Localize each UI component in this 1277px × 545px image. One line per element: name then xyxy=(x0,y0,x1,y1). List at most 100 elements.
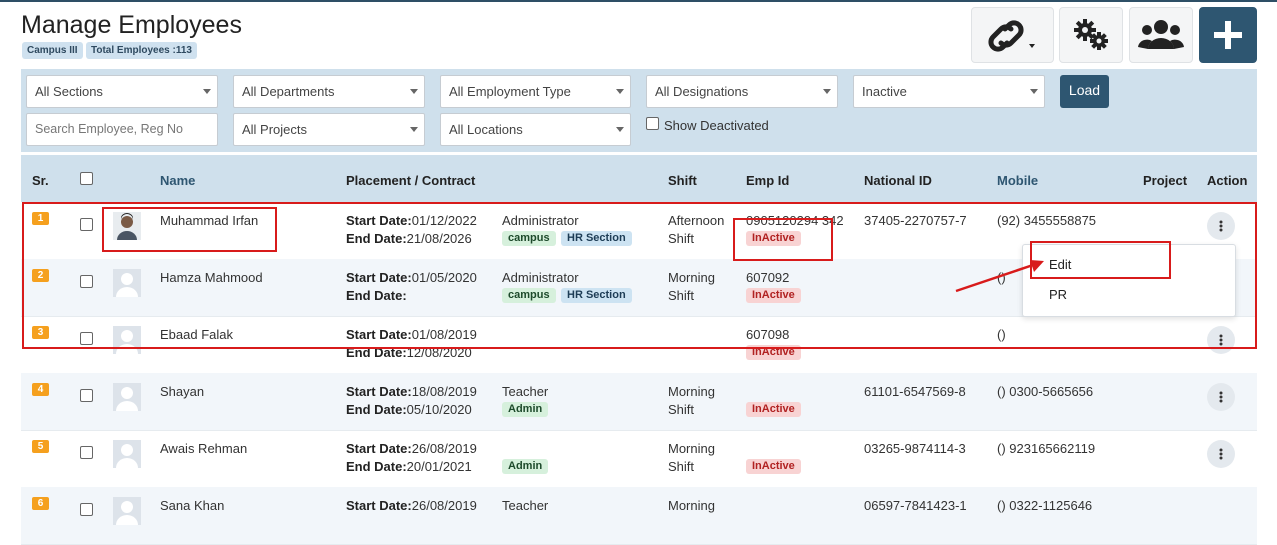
projects-select[interactable]: All Projects xyxy=(233,113,425,146)
employee-name[interactable]: Muhammad Irfan xyxy=(160,213,258,228)
locations-select-value: All Locations xyxy=(449,122,523,137)
end-date: 20/01/2021 xyxy=(406,459,472,474)
employee-photo xyxy=(113,212,141,240)
col-mobile[interactable]: Mobile xyxy=(997,173,1038,188)
end-date-label: End Date: xyxy=(346,402,407,417)
table-row: 5 Awais Rehman Start Date:26/08/2019 End… xyxy=(21,430,1257,488)
national-id: 03265-9874114-3 xyxy=(864,441,966,456)
designation: Administrator xyxy=(502,270,579,285)
shift-line-2: Shift xyxy=(668,288,695,303)
table-row: 4 Shayan Start Date:18/08/2019 End Date:… xyxy=(21,373,1257,431)
start-date: 18/08/2019 xyxy=(411,384,477,399)
col-action: Action xyxy=(1207,173,1248,188)
table-header: Sr. Name Placement / Contract Shift Emp … xyxy=(21,155,1257,202)
sections-select[interactable]: All Sections xyxy=(26,75,218,108)
projects-select-value: All Projects xyxy=(242,122,308,137)
row-checkbox[interactable] xyxy=(80,218,93,231)
settings-button[interactable] xyxy=(1059,7,1123,63)
departments-select[interactable]: All Departments xyxy=(233,75,425,108)
mobile: () 0300-5665656 xyxy=(997,384,1094,399)
emp-id: 607098 xyxy=(746,327,790,342)
total-employees-badge: Total Employees :113 xyxy=(86,42,197,59)
status-badge: InActive xyxy=(746,402,801,417)
employee-name[interactable]: Hamza Mahmood xyxy=(160,270,263,285)
search-input[interactable]: Search Employee, Reg No xyxy=(26,113,218,146)
employee-name[interactable]: Ebaad Falak xyxy=(160,327,233,342)
row-checkbox[interactable] xyxy=(80,275,93,288)
col-national-id: National ID xyxy=(864,173,932,188)
start-date-label: Start Date: xyxy=(346,213,412,228)
start-date-label: Start Date: xyxy=(346,327,412,342)
national-id: 61101-6547569-8 xyxy=(864,384,966,399)
add-employee-button[interactable] xyxy=(1199,7,1257,63)
chevron-down-icon xyxy=(616,127,624,132)
avatar-placeholder-icon xyxy=(113,326,141,354)
end-date: 12/08/2020 xyxy=(406,345,472,360)
more-vertical-icon xyxy=(1219,391,1223,403)
shift-line-2: Shift xyxy=(668,231,695,246)
employment-type-select[interactable]: All Employment Type xyxy=(440,75,631,108)
show-deactivated-label: Show Deactivated xyxy=(664,118,769,133)
end-date-label: End Date: xyxy=(346,231,407,246)
row-actions-button[interactable] xyxy=(1207,212,1235,240)
national-id: 37405-2270757-7 xyxy=(864,213,967,228)
menu-item-edit[interactable]: Edit xyxy=(1049,257,1071,272)
load-button[interactable]: Load xyxy=(1060,75,1109,108)
search-input-placeholder: Search Employee, Reg No xyxy=(35,122,183,136)
users-button[interactable] xyxy=(1129,7,1193,63)
col-name[interactable]: Name xyxy=(160,173,195,188)
link-menu-button[interactable] xyxy=(971,7,1054,63)
row-number: 2 xyxy=(32,269,49,282)
status-select[interactable]: Inactive xyxy=(853,75,1045,108)
row-checkbox[interactable] xyxy=(80,332,93,345)
row-checkbox[interactable] xyxy=(80,389,93,402)
employee-name[interactable]: Shayan xyxy=(160,384,204,399)
show-deactivated-checkbox[interactable] xyxy=(646,117,659,130)
end-date: 05/10/2020 xyxy=(406,402,472,417)
employee-name[interactable]: Sana Khan xyxy=(160,498,224,513)
campus-tag: campus xyxy=(502,231,556,246)
users-icon xyxy=(1138,20,1184,49)
status-badge: InActive xyxy=(746,459,801,474)
employee-name[interactable]: Awais Rehman xyxy=(160,441,247,456)
avatar-placeholder-icon xyxy=(113,269,141,297)
row-checkbox[interactable] xyxy=(80,446,93,459)
menu-item-pr[interactable]: PR xyxy=(1049,287,1067,302)
section-tag: HR Section xyxy=(561,231,632,246)
avatar-placeholder-icon xyxy=(113,440,141,468)
sections-select-value: All Sections xyxy=(35,84,103,99)
start-date-label: Start Date: xyxy=(346,441,412,456)
end-date-label: End Date: xyxy=(346,288,407,303)
row-actions-button[interactable] xyxy=(1207,383,1235,411)
row-actions-button[interactable] xyxy=(1207,440,1235,468)
chevron-down-icon xyxy=(823,89,831,94)
col-project: Project xyxy=(1143,173,1188,188)
mobile: () xyxy=(997,327,1006,342)
designations-select[interactable]: All Designations xyxy=(646,75,838,108)
designation: Teacher xyxy=(502,498,549,513)
shift-line-1: Afternoon xyxy=(668,213,725,228)
mobile: (92) 3455558875 xyxy=(997,213,1097,228)
select-all-checkbox[interactable] xyxy=(80,172,93,185)
shift-line-1: Morning xyxy=(668,441,715,456)
mobile: () 0322-1125646 xyxy=(997,498,1093,513)
chevron-down-icon xyxy=(616,89,624,94)
row-number: 3 xyxy=(32,326,49,339)
start-date: 26/08/2019 xyxy=(411,441,477,456)
plus-icon xyxy=(1214,21,1242,49)
row-actions-button[interactable] xyxy=(1207,326,1235,354)
chevron-down-icon xyxy=(203,89,211,94)
emp-id: 607092 xyxy=(746,270,790,285)
chevron-down-icon xyxy=(410,127,418,132)
employment-type-select-value: All Employment Type xyxy=(449,84,571,99)
start-date: 01/12/2022 xyxy=(411,213,477,228)
row-checkbox[interactable] xyxy=(80,503,93,516)
shift-line-2: Shift xyxy=(668,402,695,417)
start-date: 26/08/2019 xyxy=(411,498,477,513)
row-action-menu: Edit PR xyxy=(1022,244,1236,317)
locations-select[interactable]: All Locations xyxy=(440,113,631,146)
status-badge: InActive xyxy=(746,345,801,360)
start-date: 01/05/2020 xyxy=(411,270,477,285)
start-date-label: Start Date: xyxy=(346,384,412,399)
campus-badge: Campus III xyxy=(22,42,83,59)
